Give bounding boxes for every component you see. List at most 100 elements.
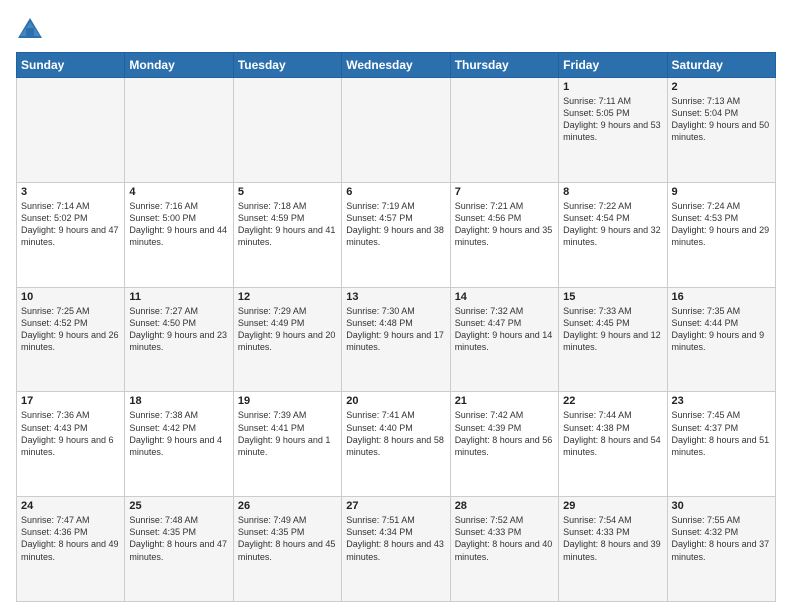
page: SundayMondayTuesdayWednesdayThursdayFrid…	[0, 0, 792, 612]
day-info: Sunrise: 7:33 AM Sunset: 4:45 PM Dayligh…	[563, 305, 662, 354]
day-number: 25	[129, 500, 228, 512]
day-cell: 24 Sunrise: 7:47 AM Sunset: 4:36 PM Dayli…	[17, 497, 125, 602]
day-cell: 26 Sunrise: 7:49 AM Sunset: 4:35 PM Dayli…	[233, 497, 341, 602]
day-cell: 16Sunrise: 7:35 AM Sunset: 4:44 PM Dayli…	[667, 287, 775, 392]
day-info: Sunrise: 7:39 AM Sunset: 4:41 PM Dayligh…	[238, 409, 337, 458]
day-cell: 12 Sunrise: 7:29 AM Sunset: 4:49 PM Dayli…	[233, 287, 341, 392]
day-info: Sunrise: 7:52 AM Sunset: 4:33 PM Dayligh…	[455, 514, 554, 563]
day-number: 11	[129, 291, 228, 303]
day-cell	[17, 78, 125, 183]
day-info: Sunrise: 7:19 AM Sunset: 4:57 PM Dayligh…	[346, 200, 445, 249]
day-number: 20	[346, 395, 445, 407]
day-cell: 10Sunrise: 7:25 AM Sunset: 4:52 PM Dayli…	[17, 287, 125, 392]
logo-icon	[16, 16, 44, 44]
day-number: 1	[563, 81, 662, 93]
day-info: Sunrise: 7:13 AM Sunset: 5:04 PM Dayligh…	[672, 95, 771, 144]
day-number: 24	[21, 500, 120, 512]
calendar-header: SundayMondayTuesdayWednesdayThursdayFrid…	[17, 53, 776, 78]
day-cell: 5 Sunrise: 7:18 AM Sunset: 4:59 PM Daylig…	[233, 182, 341, 287]
day-info: Sunrise: 7:21 AM Sunset: 4:56 PM Dayligh…	[455, 200, 554, 249]
day-number: 17	[21, 395, 120, 407]
day-cell: 20 Sunrise: 7:41 AM Sunset: 4:40 PM Dayli…	[342, 392, 450, 497]
day-number: 21	[455, 395, 554, 407]
day-cell	[125, 78, 233, 183]
day-number: 9	[672, 186, 771, 198]
day-number: 18	[129, 395, 228, 407]
day-number: 28	[455, 500, 554, 512]
day-cell: 21Sunrise: 7:42 AM Sunset: 4:39 PM Dayli…	[450, 392, 558, 497]
day-cell: 25 Sunrise: 7:48 AM Sunset: 4:35 PM Dayli…	[125, 497, 233, 602]
day-cell	[233, 78, 341, 183]
calendar-body: 1Sunrise: 7:11 AM Sunset: 5:05 PM Daylig…	[17, 78, 776, 602]
day-info: Sunrise: 7:36 AM Sunset: 4:43 PM Dayligh…	[21, 409, 120, 458]
col-header-wednesday: Wednesday	[342, 53, 450, 78]
day-info: Sunrise: 7:47 AM Sunset: 4:36 PM Dayligh…	[21, 514, 120, 563]
day-cell: 15 Sunrise: 7:33 AM Sunset: 4:45 PM Dayli…	[559, 287, 667, 392]
day-number: 27	[346, 500, 445, 512]
day-cell: 29Sunrise: 7:54 AM Sunset: 4:33 PM Dayli…	[559, 497, 667, 602]
day-cell	[342, 78, 450, 183]
day-cell: 22 Sunrise: 7:44 AM Sunset: 4:38 PM Dayli…	[559, 392, 667, 497]
week-row-1: 3 Sunrise: 7:14 AM Sunset: 5:02 PM Daylig…	[17, 182, 776, 287]
day-number: 15	[563, 291, 662, 303]
day-info: Sunrise: 7:44 AM Sunset: 4:38 PM Dayligh…	[563, 409, 662, 458]
day-cell: 2 Sunrise: 7:13 AM Sunset: 5:04 PM Daylig…	[667, 78, 775, 183]
day-number: 13	[346, 291, 445, 303]
day-info: Sunrise: 7:29 AM Sunset: 4:49 PM Dayligh…	[238, 305, 337, 354]
day-info: Sunrise: 7:45 AM Sunset: 4:37 PM Dayligh…	[672, 409, 771, 458]
day-cell: 9 Sunrise: 7:24 AM Sunset: 4:53 PM Daylig…	[667, 182, 775, 287]
day-number: 12	[238, 291, 337, 303]
day-cell: 19 Sunrise: 7:39 AM Sunset: 4:41 PM Dayli…	[233, 392, 341, 497]
day-number: 14	[455, 291, 554, 303]
day-cell: 8Sunrise: 7:22 AM Sunset: 4:54 PM Daylig…	[559, 182, 667, 287]
day-number: 2	[672, 81, 771, 93]
calendar: SundayMondayTuesdayWednesdayThursdayFrid…	[16, 52, 776, 602]
day-cell: 13 Sunrise: 7:30 AM Sunset: 4:48 PM Dayli…	[342, 287, 450, 392]
day-cell: 14 Sunrise: 7:32 AM Sunset: 4:47 PM Dayli…	[450, 287, 558, 392]
day-cell: 3 Sunrise: 7:14 AM Sunset: 5:02 PM Daylig…	[17, 182, 125, 287]
day-info: Sunrise: 7:18 AM Sunset: 4:59 PM Dayligh…	[238, 200, 337, 249]
day-cell: 6Sunrise: 7:19 AM Sunset: 4:57 PM Daylig…	[342, 182, 450, 287]
day-cell: 27 Sunrise: 7:51 AM Sunset: 4:34 PM Dayli…	[342, 497, 450, 602]
day-info: Sunrise: 7:27 AM Sunset: 4:50 PM Dayligh…	[129, 305, 228, 354]
day-info: Sunrise: 7:30 AM Sunset: 4:48 PM Dayligh…	[346, 305, 445, 354]
header	[16, 16, 776, 44]
day-info: Sunrise: 7:14 AM Sunset: 5:02 PM Dayligh…	[21, 200, 120, 249]
day-info: Sunrise: 7:51 AM Sunset: 4:34 PM Dayligh…	[346, 514, 445, 563]
day-cell: 18 Sunrise: 7:38 AM Sunset: 4:42 PM Dayli…	[125, 392, 233, 497]
day-number: 5	[238, 186, 337, 198]
day-number: 3	[21, 186, 120, 198]
day-cell: 11 Sunrise: 7:27 AM Sunset: 4:50 PM Dayli…	[125, 287, 233, 392]
day-number: 4	[129, 186, 228, 198]
day-info: Sunrise: 7:41 AM Sunset: 4:40 PM Dayligh…	[346, 409, 445, 458]
col-header-saturday: Saturday	[667, 53, 775, 78]
day-info: Sunrise: 7:25 AM Sunset: 4:52 PM Dayligh…	[21, 305, 120, 354]
col-header-thursday: Thursday	[450, 53, 558, 78]
day-cell: 4 Sunrise: 7:16 AM Sunset: 5:00 PM Daylig…	[125, 182, 233, 287]
day-info: Sunrise: 7:49 AM Sunset: 4:35 PM Dayligh…	[238, 514, 337, 563]
day-info: Sunrise: 7:38 AM Sunset: 4:42 PM Dayligh…	[129, 409, 228, 458]
day-number: 16	[672, 291, 771, 303]
week-row-2: 10Sunrise: 7:25 AM Sunset: 4:52 PM Dayli…	[17, 287, 776, 392]
day-number: 19	[238, 395, 337, 407]
day-info: Sunrise: 7:48 AM Sunset: 4:35 PM Dayligh…	[129, 514, 228, 563]
day-info: Sunrise: 7:16 AM Sunset: 5:00 PM Dayligh…	[129, 200, 228, 249]
day-info: Sunrise: 7:32 AM Sunset: 4:47 PM Dayligh…	[455, 305, 554, 354]
day-number: 26	[238, 500, 337, 512]
col-header-friday: Friday	[559, 53, 667, 78]
week-row-0: 1Sunrise: 7:11 AM Sunset: 5:05 PM Daylig…	[17, 78, 776, 183]
day-number: 7	[455, 186, 554, 198]
calendar-table: SundayMondayTuesdayWednesdayThursdayFrid…	[16, 52, 776, 602]
day-number: 22	[563, 395, 662, 407]
logo	[16, 16, 48, 44]
day-number: 29	[563, 500, 662, 512]
day-number: 30	[672, 500, 771, 512]
day-cell: 17 Sunrise: 7:36 AM Sunset: 4:43 PM Dayli…	[17, 392, 125, 497]
col-header-tuesday: Tuesday	[233, 53, 341, 78]
day-info: Sunrise: 7:22 AM Sunset: 4:54 PM Dayligh…	[563, 200, 662, 249]
day-cell: 23Sunrise: 7:45 AM Sunset: 4:37 PM Dayli…	[667, 392, 775, 497]
day-info: Sunrise: 7:24 AM Sunset: 4:53 PM Dayligh…	[672, 200, 771, 249]
week-row-3: 17 Sunrise: 7:36 AM Sunset: 4:43 PM Dayli…	[17, 392, 776, 497]
col-header-monday: Monday	[125, 53, 233, 78]
col-header-sunday: Sunday	[17, 53, 125, 78]
